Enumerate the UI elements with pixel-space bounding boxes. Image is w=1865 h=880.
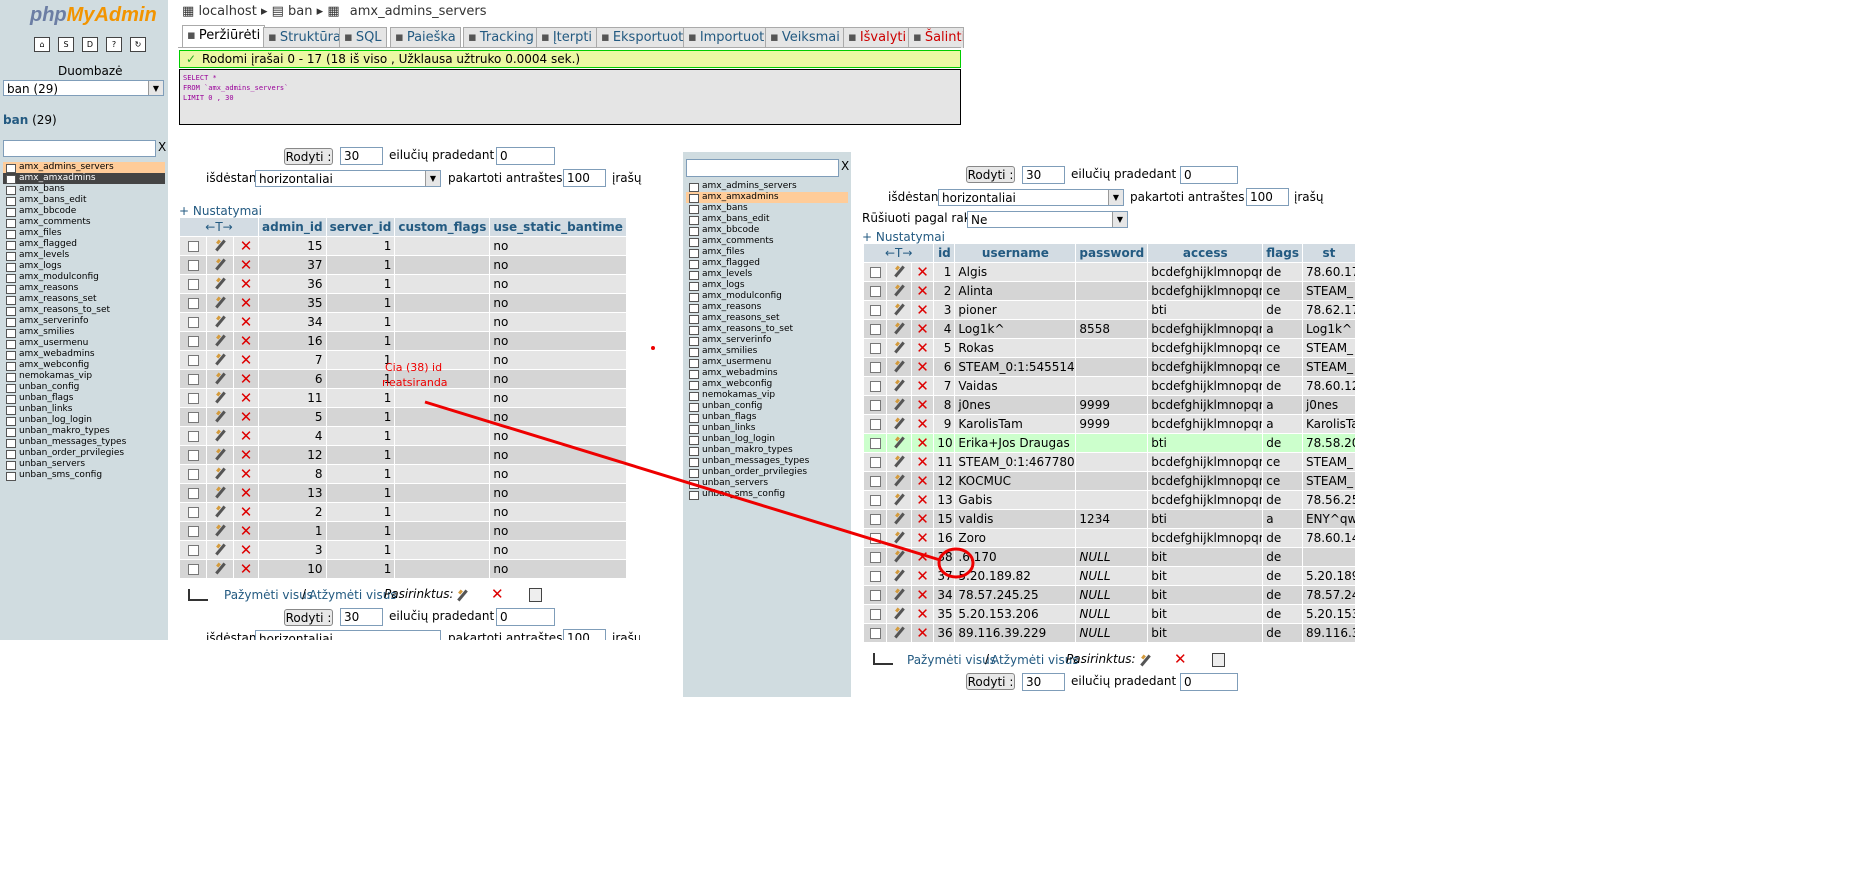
annotation-line xyxy=(424,400,941,562)
annotation-arrow xyxy=(424,400,975,579)
annotation-circle xyxy=(937,547,975,579)
